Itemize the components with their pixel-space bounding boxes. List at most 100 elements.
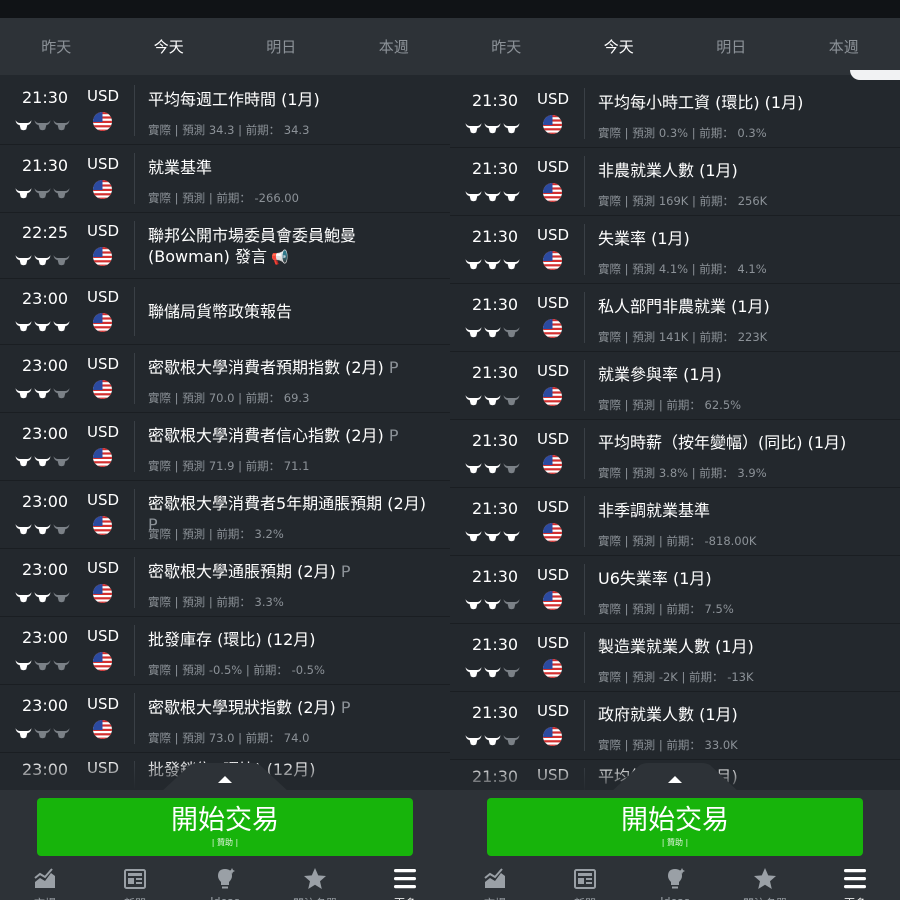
nav-item-4[interactable]: 更多 bbox=[810, 864, 900, 900]
tab-1[interactable]: 今天 bbox=[563, 18, 676, 75]
nav-item-2[interactable]: Ideas bbox=[180, 864, 270, 900]
separator: | bbox=[242, 663, 254, 677]
event-row[interactable]: 23:00 USD 密歇根大學通脹預期 (2月) P 實際 | 預測 | 前期： 3.… bbox=[0, 549, 450, 617]
event-time: 21:30 bbox=[472, 703, 519, 722]
bull-icon bbox=[465, 595, 482, 610]
event-row[interactable]: 23:00 USD 批發庫存 (環比) (12月) 實際 | 預測 -0.5% | 前… bbox=[0, 617, 450, 685]
event-title-text: 平均時薪（按年變幅）(同比) (1月) bbox=[598, 433, 847, 452]
star-icon bbox=[752, 866, 778, 892]
event-row[interactable]: 21:30 USD 失業率 (1月) 實際 | 預測 4.1% | 前期： 4.1% bbox=[450, 216, 900, 284]
event-title-text: 非農就業人數 (1月) bbox=[598, 161, 738, 180]
row-divider bbox=[584, 156, 585, 207]
bull-icon bbox=[53, 452, 70, 467]
collapse-handle[interactable] bbox=[610, 763, 740, 793]
forecast-label: 預測 bbox=[182, 731, 206, 745]
event-row[interactable]: 21:30 USD 私人部門非農就業 (1月) 實際 | 預測 141K | 前期： … bbox=[450, 284, 900, 352]
separator: | bbox=[655, 534, 667, 548]
tab-3[interactable]: 本週 bbox=[338, 18, 451, 75]
actual-label: 實際 bbox=[148, 595, 171, 609]
event-row[interactable]: 21:30 USD 非農就業人數 (1月) 實際 | 預測 169K | 前期： 25… bbox=[450, 148, 900, 216]
previous-label: 前期： bbox=[666, 534, 701, 548]
event-row[interactable]: 22:25 USD 聯邦公開市場委員會委員鮑曼 (Bowman) 發言 📢 bbox=[0, 213, 450, 279]
event-row[interactable]: 21:30 USD 平均每週工作時間 (1月) 實際 | 預測 34.3 | 前期： … bbox=[0, 77, 450, 145]
bull-icon bbox=[503, 459, 520, 474]
bull-icon bbox=[34, 251, 51, 266]
nav-item-1[interactable]: 新聞 bbox=[90, 864, 180, 900]
start-trading-button[interactable]: 開始交易 | 贊助 | bbox=[37, 798, 413, 856]
tab-3[interactable]: 本週 bbox=[788, 18, 900, 75]
lightbulb-icon bbox=[662, 866, 688, 892]
nav-item-2[interactable]: Ideas bbox=[630, 864, 720, 900]
nav-label: 關注名單 bbox=[293, 895, 337, 900]
nav-item-0[interactable]: 市場 bbox=[450, 864, 540, 900]
event-row[interactable]: 21:30 USD 就業基準 實際 | 預測 | 前期： -266.00 bbox=[0, 145, 450, 213]
nav-item-4[interactable]: 更多 bbox=[360, 864, 450, 900]
us-flag-icon bbox=[93, 584, 112, 603]
calendar-screen-left: 昨天 今天 明日 本週 21:30 USD 平均每週工作時間 (1月) 實際 | 預測 34… bbox=[0, 0, 450, 900]
event-list[interactable]: 21:30 USD 平均每週工作時間 (1月) 實際 | 預測 34.3 | 前期： … bbox=[0, 77, 450, 790]
event-time: 23:00 bbox=[22, 424, 69, 443]
tab-2[interactable]: 明日 bbox=[675, 18, 788, 75]
preliminary-mark: P bbox=[335, 562, 351, 581]
event-row[interactable]: 21:30 USD 製造業就業人數 (1月) 實際 | 預測 -2K | 前期： -1… bbox=[450, 624, 900, 692]
event-row[interactable]: 23:00 USD 密歇根大學消費者5年期通脹預期 (2月) P 實際 | 預測 | … bbox=[0, 481, 450, 549]
bull-icon bbox=[15, 452, 32, 467]
collapse-handle[interactable] bbox=[160, 763, 290, 793]
event-title-text: 製造業就業人數 (1月) bbox=[598, 637, 754, 656]
event-row[interactable]: 21:30 USD 就業參與率 (1月) 實際 | 預測 | 前期： 62.5% bbox=[450, 352, 900, 420]
bull-icon bbox=[465, 187, 482, 202]
tab-1[interactable]: 今天 bbox=[113, 18, 226, 75]
tab-0[interactable]: 昨天 bbox=[450, 18, 563, 75]
event-title: 密歇根大學消費者信心指數 (2月) P bbox=[148, 425, 438, 446]
nav-item-3[interactable]: 關注名單 bbox=[720, 864, 810, 900]
event-row[interactable]: 21:30 USD 平均時薪（按年變幅）(同比) (1月) 實際 | 預測 3.8% … bbox=[450, 420, 900, 488]
us-flag-icon bbox=[93, 448, 112, 467]
bull-icon bbox=[15, 588, 32, 603]
event-title: 政府就業人數 (1月) bbox=[598, 704, 888, 725]
importance-indicator bbox=[465, 119, 520, 134]
event-row[interactable]: 23:00 USD 聯儲局貨幣政策報告 bbox=[0, 279, 450, 345]
row-divider bbox=[134, 221, 135, 270]
event-row[interactable]: 23:00 USD 密歇根大學消費者信心指數 (2月) P 實際 | 預測 71.9 … bbox=[0, 413, 450, 481]
importance-indicator bbox=[465, 731, 520, 746]
separator: | bbox=[234, 123, 246, 137]
event-row[interactable]: 23:00 USD 密歇根大學消費者預期指數 (2月) P 實際 | 預測 70.0 … bbox=[0, 345, 450, 413]
event-row[interactable]: 21:30 USD 政府就業人數 (1月) 實際 | 預測 | 前期： 33.0K bbox=[450, 692, 900, 760]
previous-value: 3.2% bbox=[254, 527, 284, 541]
forecast-label: 預測 bbox=[632, 534, 656, 548]
nav-item-0[interactable]: 市場 bbox=[0, 864, 90, 900]
actual-label: 實際 bbox=[148, 459, 171, 473]
nav-item-1[interactable]: 新聞 bbox=[540, 864, 630, 900]
row-divider bbox=[584, 564, 585, 615]
bull-icon bbox=[465, 119, 482, 134]
event-title: 批發庫存 (環比) (12月) bbox=[148, 629, 438, 650]
event-row[interactable]: 21:30 USD 非季調就業基準 實際 | 預測 | 前期： -818.00K bbox=[450, 488, 900, 556]
us-flag-icon bbox=[93, 380, 112, 399]
us-flag-icon bbox=[93, 516, 112, 535]
forecast-value: 0.3% bbox=[658, 126, 689, 140]
bull-icon bbox=[34, 520, 51, 535]
event-row[interactable]: 23:00 USD 密歇根大學現狀指數 (2月) P 實際 | 預測 73.0 | 前… bbox=[0, 685, 450, 753]
event-currency: USD bbox=[537, 702, 570, 720]
event-title: 平均每小時工資 (環比) (1月) bbox=[598, 92, 888, 113]
event-time: 23:00 bbox=[22, 492, 69, 511]
bull-icon bbox=[503, 663, 520, 678]
start-trading-button[interactable]: 開始交易 | 贊助 | bbox=[487, 798, 863, 856]
actual-label: 實際 bbox=[598, 398, 621, 412]
notification-tab bbox=[850, 70, 900, 80]
nav-item-3[interactable]: 關注名單 bbox=[270, 864, 360, 900]
bull-icon bbox=[503, 187, 520, 202]
event-title-text: 密歇根大學消費者預期指數 (2月) bbox=[148, 358, 384, 377]
bull-icon bbox=[15, 184, 32, 199]
row-divider bbox=[584, 292, 585, 343]
bull-icon bbox=[503, 323, 520, 338]
importance-indicator bbox=[465, 459, 520, 474]
previous-label: 前期： bbox=[245, 123, 281, 137]
forecast-label: 預測 bbox=[632, 262, 656, 276]
event-list[interactable]: 21:30 USD 平均每小時工資 (環比) (1月) 實際 | 預測 0.3% | … bbox=[450, 80, 900, 793]
tab-2[interactable]: 明日 bbox=[225, 18, 338, 75]
tab-0[interactable]: 昨天 bbox=[0, 18, 113, 75]
event-row[interactable]: 21:30 USD U6失業率 (1月) 實際 | 預測 | 前期： 7.5% bbox=[450, 556, 900, 624]
event-meta: 實際 | 預測 0.3% | 前期： 0.3% bbox=[598, 125, 767, 141]
event-row[interactable]: 21:30 USD 平均每小時工資 (環比) (1月) 實際 | 預測 0.3% | … bbox=[450, 80, 900, 148]
